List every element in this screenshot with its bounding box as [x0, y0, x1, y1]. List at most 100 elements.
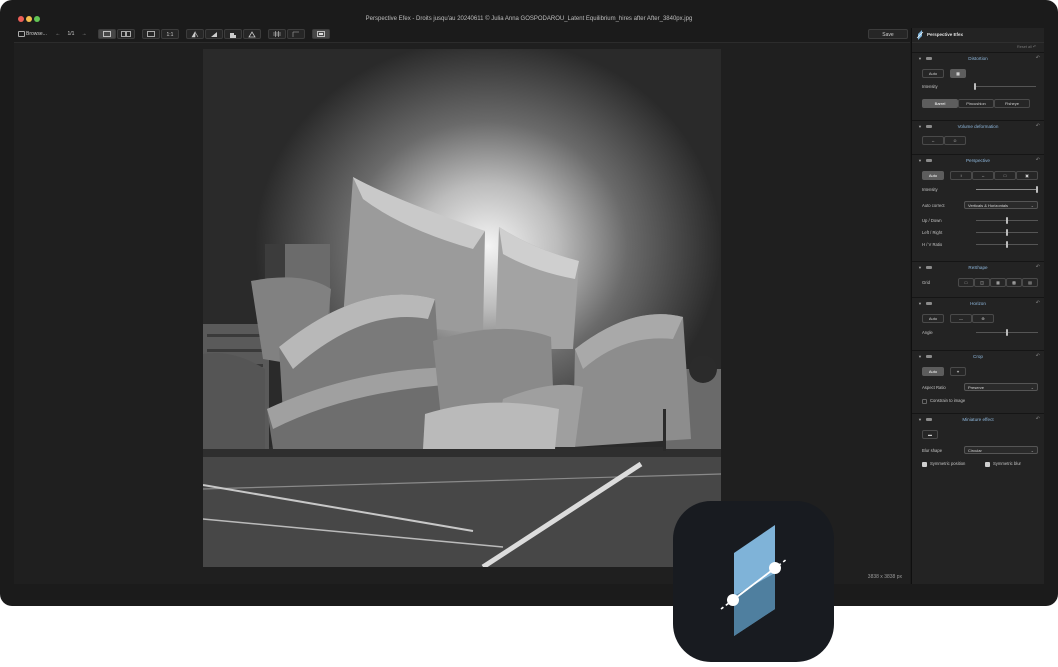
loupe-icon [317, 31, 325, 37]
grid-custom-button[interactable]: ▤ [1022, 278, 1038, 287]
auto-correct-select[interactable]: Verticals & Horizontals ⌄ [964, 201, 1038, 209]
grid-1-button[interactable]: □ [958, 278, 974, 287]
grid-full-icon: ▩ [1012, 280, 1016, 285]
building-icon [230, 33, 236, 38]
panel-header: Perspective Efex [912, 28, 1044, 43]
auto-correct-value: Verticals & Horizontals [968, 203, 1009, 208]
angle-label: Angle [922, 330, 933, 335]
left-right-slider[interactable] [976, 229, 1038, 236]
reset-icon[interactable]: ↶ [1036, 157, 1040, 163]
perspective-intensity-label: Intensity [922, 187, 938, 192]
reset-icon[interactable]: ↶ [1036, 353, 1040, 359]
section-title-volume: Volume deformation [957, 124, 999, 129]
guides-icon [292, 31, 299, 37]
grid-overlay-button[interactable] [268, 29, 286, 39]
fisheye-button[interactable]: Fisheye [994, 99, 1030, 108]
grid-3-button[interactable]: ▦ [990, 278, 1006, 287]
symmetric-blur-checkbox[interactable] [985, 462, 990, 467]
arrow-right-icon: → [81, 31, 87, 37]
reset-icon[interactable]: ↶ [1036, 416, 1040, 422]
hv-ratio-label: H / V Ratio [922, 242, 943, 247]
split-view-button[interactable] [117, 29, 135, 39]
blur-shape-value: Circular [968, 448, 982, 453]
browse-button[interactable]: Browse... [18, 29, 48, 39]
perspective-intensity-slider[interactable] [976, 186, 1038, 193]
reset-icon[interactable]: ↶ [1036, 55, 1040, 61]
horizon-auto-button[interactable]: Auto [922, 314, 944, 323]
perspective-efex-app-icon [720, 525, 788, 636]
next-image-button[interactable]: → [80, 29, 88, 39]
title-bar: Perspective Efex - Droits jusqu'au 20240… [0, 12, 1058, 28]
window-title: Perspective Efex - Droits jusqu'au 20240… [365, 16, 693, 22]
reset-all-button[interactable]: Reset all ↶ [1017, 44, 1036, 49]
horizon-line-button[interactable]: — [950, 314, 972, 323]
distortion-intensity-slider[interactable] [974, 83, 1036, 90]
photo-preview[interactable] [203, 49, 721, 567]
slider-knob[interactable] [1006, 229, 1008, 236]
slider-knob[interactable] [1036, 186, 1038, 193]
arrow-left-icon: ← [55, 31, 61, 37]
pincushion-button[interactable]: Pincushion [958, 99, 994, 108]
perspective-horizontal-button[interactable]: ↔ [972, 171, 994, 180]
grid-icon [273, 31, 281, 37]
crop-tool-button[interactable]: ⌖ [950, 367, 966, 376]
perspective-vertical-button[interactable]: ↕ [950, 171, 972, 180]
undo-icon: ↶ [1032, 45, 1036, 49]
previous-image-button[interactable]: ← [54, 29, 62, 39]
grid-single-icon: □ [964, 280, 968, 285]
slider-knob[interactable] [1006, 241, 1008, 248]
grid-4-button[interactable]: ▩ [1006, 278, 1022, 287]
hv-ratio-slider[interactable] [976, 241, 1038, 248]
perspective-tool-button[interactable] [205, 29, 223, 39]
chevron-down-icon: ⌄ [1030, 203, 1034, 208]
angle-slider[interactable] [976, 329, 1038, 336]
person-icon: ☺ [952, 138, 958, 143]
perspective-auto-button[interactable]: Auto [922, 171, 944, 180]
volume-deformation-section: ▼ Volume deformation ↶ ↔ ☺ [912, 120, 1044, 153]
barrel-button[interactable]: Barrel [922, 99, 958, 108]
perspective-rectangle-button[interactable]: □ [994, 171, 1016, 180]
fit-view-button[interactable] [142, 29, 160, 39]
crop-section: ▼ Crop ↶ Auto ⌖ Aspect Ratio Preserve ⌄ C… [912, 350, 1044, 413]
slider-knob[interactable] [1006, 217, 1008, 224]
miniature-focus-button[interactable]: ▬ [922, 430, 938, 439]
section-title-crop: Crop [973, 354, 983, 359]
guides-button[interactable] [287, 29, 305, 39]
save-button[interactable]: Save [868, 29, 908, 39]
auto-correct-label: Auto correct [922, 203, 945, 208]
shape-tool-button[interactable] [243, 29, 261, 39]
aspect-ratio-value: Preserve [968, 385, 985, 390]
aspect-ratio-select[interactable]: Preserve ⌄ [964, 383, 1038, 391]
perspective-section: ▼ Perspective ↶ Auto ↕ ↔ □ ▣ Intensity A… [912, 154, 1044, 260]
symmetric-blur-label: Symmetric blur [993, 461, 1021, 466]
constrain-checkbox[interactable] [922, 399, 927, 404]
lens-grid-icon: ▦ [956, 71, 960, 76]
slider-knob[interactable] [1006, 329, 1008, 336]
reset-icon[interactable]: ↶ [1036, 123, 1040, 129]
reset-icon[interactable]: ↶ [1036, 264, 1040, 270]
symmetry-tool-button[interactable] [186, 29, 204, 39]
building-tool-button[interactable] [224, 29, 242, 39]
up-down-slider[interactable] [976, 217, 1038, 224]
focus-band-icon: ▬ [928, 432, 932, 437]
reset-icon[interactable]: ↶ [1036, 300, 1040, 306]
single-view-button[interactable] [98, 29, 116, 39]
panel-title: Perspective Efex [927, 32, 964, 37]
slider-knob[interactable] [974, 83, 976, 90]
perspective-free-button[interactable]: ▣ [1016, 171, 1038, 180]
symmetric-position-label: Symmetric position [930, 461, 966, 466]
distortion-lens-button[interactable]: ▦ [950, 69, 966, 78]
loupe-button[interactable] [312, 29, 330, 39]
chevron-down-icon: ⌄ [1030, 448, 1034, 453]
crop-icon: ⌖ [956, 369, 960, 374]
horizon-line-icon: — [959, 316, 963, 321]
grid-2-button[interactable]: ◫ [974, 278, 990, 287]
distortion-auto-button[interactable]: Auto [922, 69, 944, 78]
zoom-1to1-button[interactable]: 1:1 [161, 29, 179, 39]
volume-horizontal-button[interactable]: ↔ [922, 136, 944, 145]
crop-auto-button[interactable]: Auto [922, 367, 944, 376]
volume-portrait-button[interactable]: ☺ [944, 136, 966, 145]
blur-shape-select[interactable]: Circular ⌄ [964, 446, 1038, 454]
symmetric-position-checkbox[interactable] [922, 462, 927, 467]
horizon-point-button[interactable]: ⊕ [972, 314, 994, 323]
